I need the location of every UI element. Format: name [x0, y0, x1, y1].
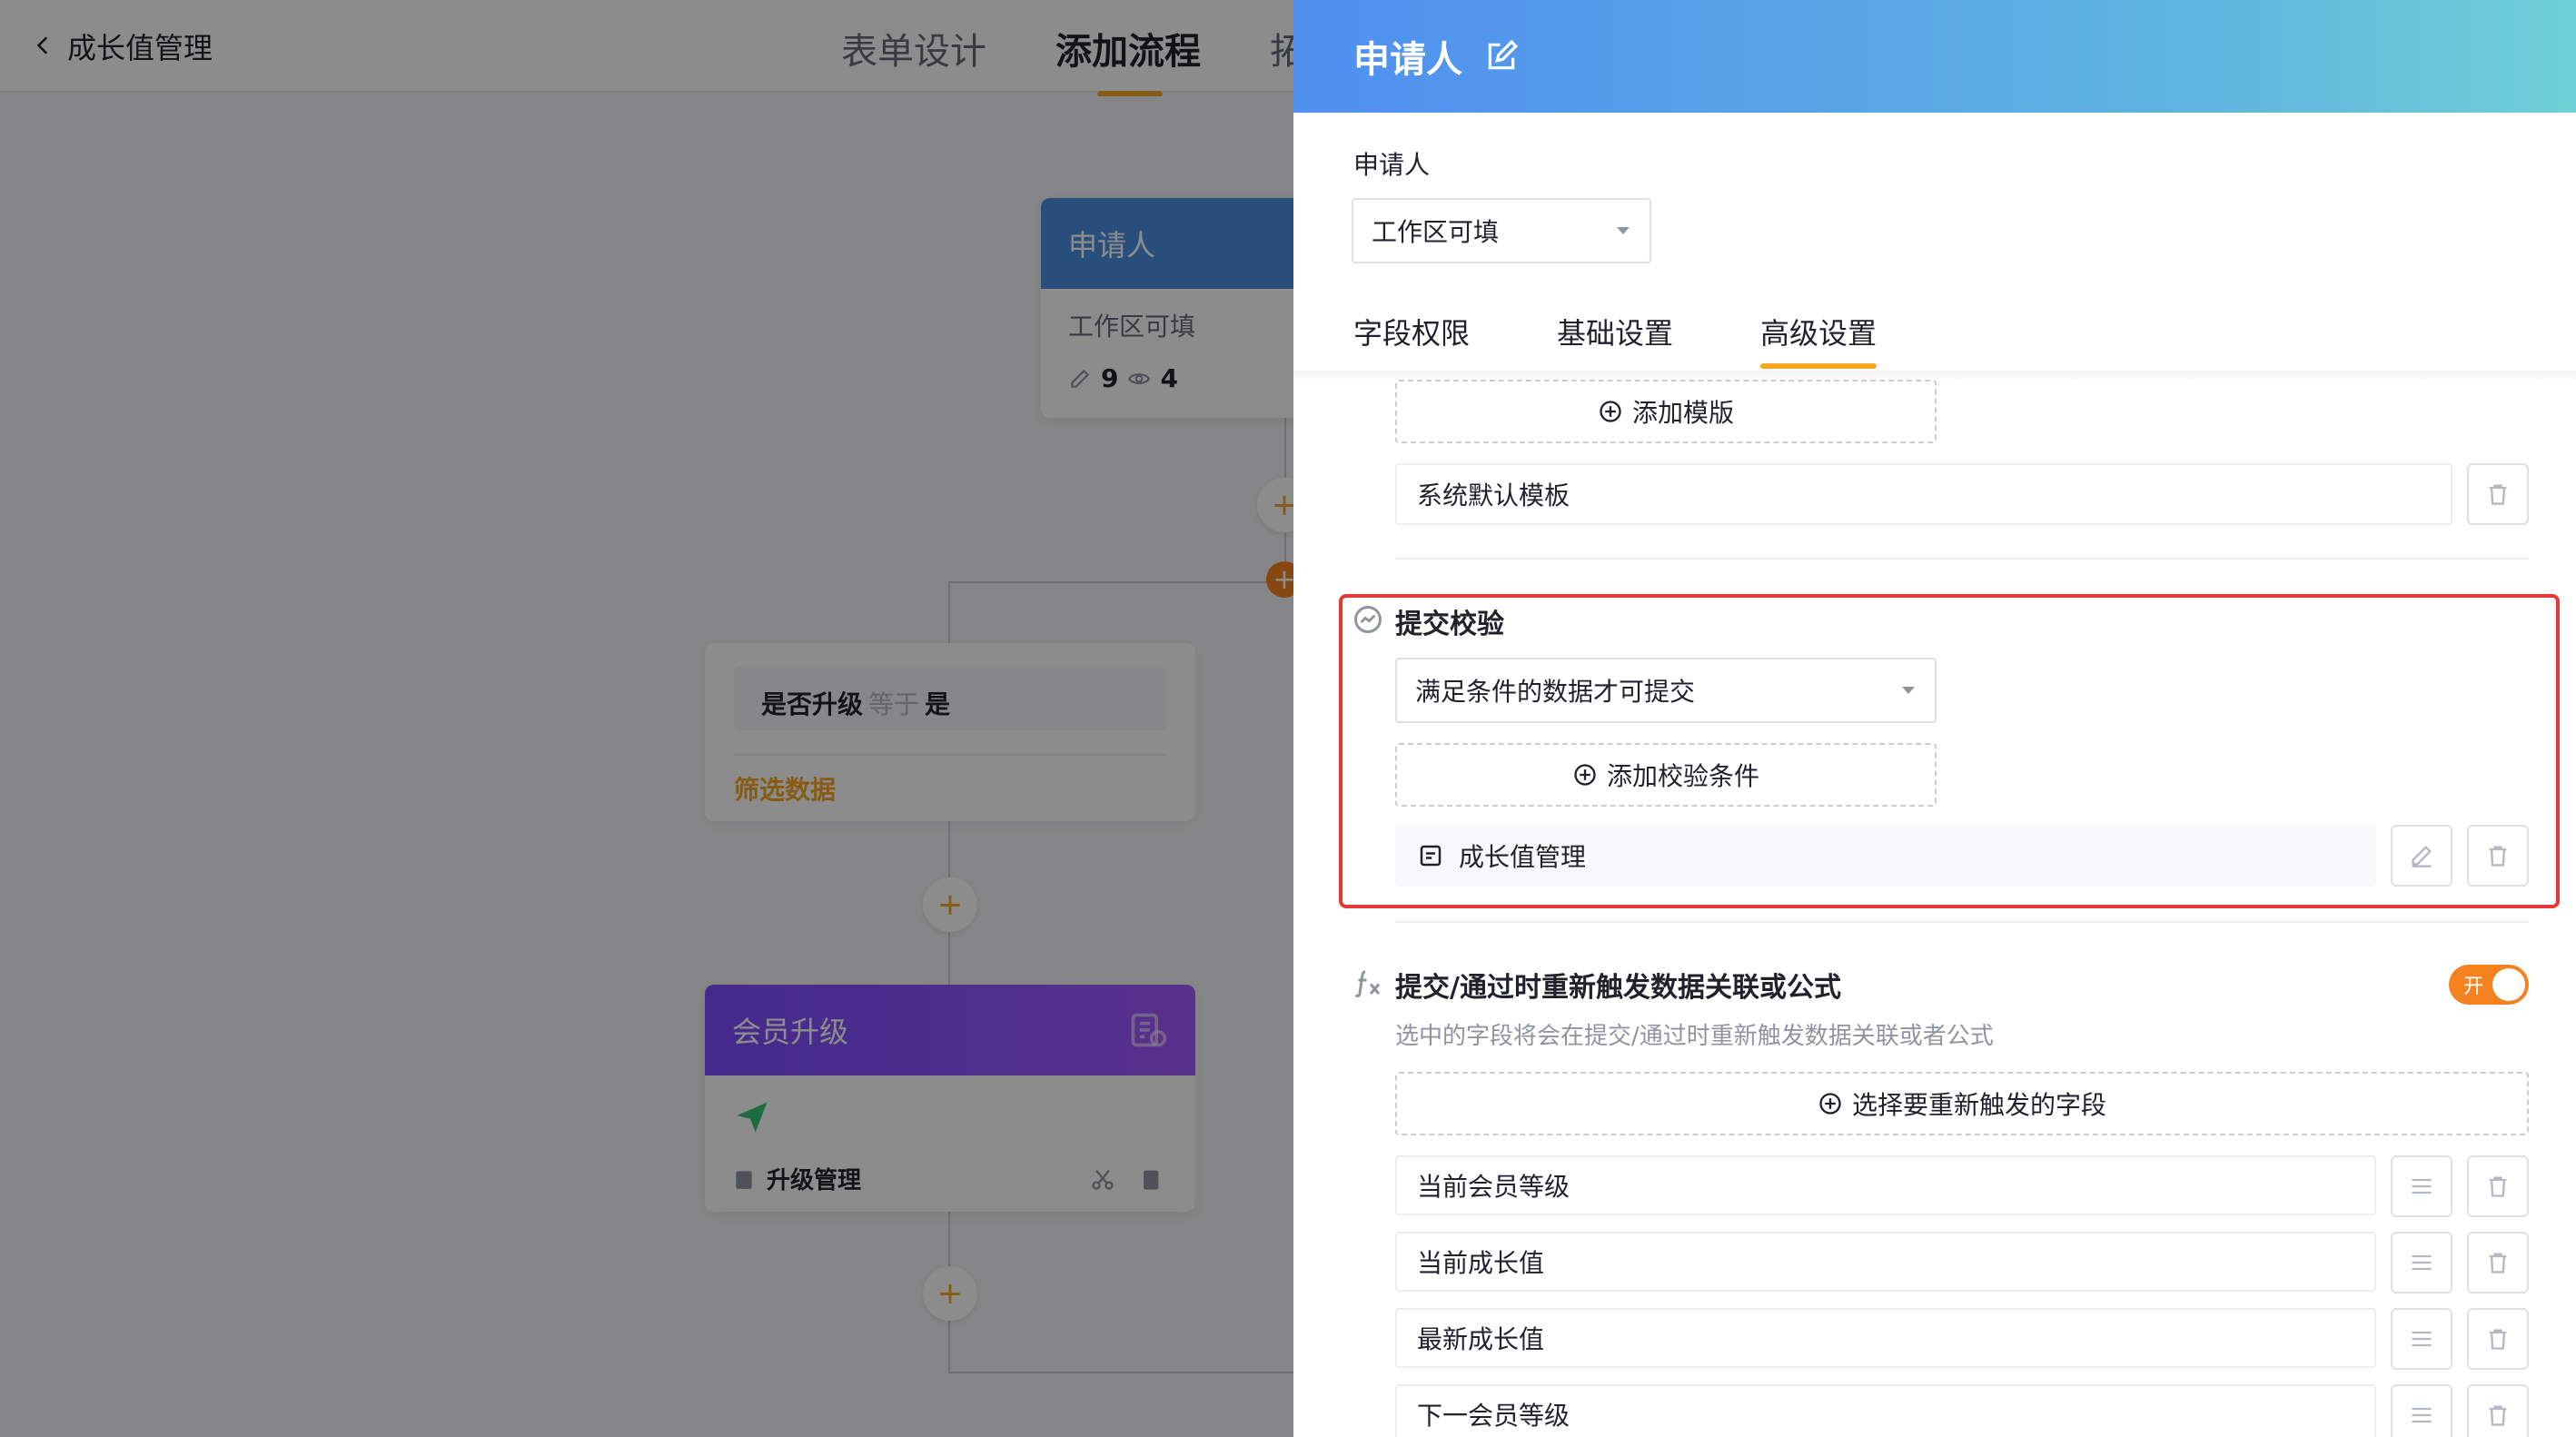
- select-retrigger-fields-button[interactable]: 选择要重新触发的字段: [1395, 1072, 2529, 1135]
- retrigger-description: 选中的字段将会在提交/通过时重新触发数据关联或者公式: [1395, 1023, 1994, 1050]
- toggle-label: 开: [2463, 976, 2484, 998]
- trash-icon: [2489, 1405, 2507, 1426]
- delete-button[interactable]: [2467, 463, 2529, 525]
- delete-button[interactable]: [2467, 1308, 2529, 1370]
- delete-button[interactable]: [2467, 1155, 2529, 1217]
- plus-circle-icon: [1819, 1093, 1841, 1115]
- menu-icon: [2412, 1407, 2432, 1423]
- drag-handle[interactable]: [2391, 1232, 2452, 1293]
- drawer-header: 申请人: [1293, 0, 2576, 113]
- modal-overlay[interactable]: [0, 0, 1293, 1437]
- applicant-select-value: 工作区可填: [1372, 217, 1500, 247]
- divider: [1395, 558, 2529, 560]
- tab-basic-settings[interactable]: 基础设置: [1557, 311, 1673, 369]
- add-template-label: 添加模版: [1631, 398, 1734, 428]
- divider: [1395, 921, 2529, 923]
- drawer-tabs: 字段权限 基础设置 高级设置: [1353, 311, 1878, 369]
- drawer-title: 申请人: [1353, 39, 1462, 81]
- toggle-knob: [2492, 968, 2525, 1001]
- delete-button[interactable]: [2467, 1232, 2529, 1293]
- field-row: 最新成长值: [1395, 1308, 2376, 1368]
- caret-down-icon: [1617, 227, 1630, 234]
- field-label: 最新成长值: [1417, 1324, 1545, 1354]
- field-row: 下一会员等级: [1395, 1384, 2376, 1437]
- applicant-select[interactable]: 工作区可填: [1352, 198, 1651, 263]
- delete-button[interactable]: [2467, 1384, 2529, 1437]
- add-template-button[interactable]: 添加模版: [1395, 380, 1937, 443]
- field-label: 下一会员等级: [1417, 1401, 1570, 1431]
- drag-handle[interactable]: [2391, 1155, 2452, 1217]
- trash-icon: [2489, 484, 2507, 505]
- field-label: 当前会员等级: [1417, 1172, 1570, 1202]
- field-label: 当前成长值: [1417, 1248, 1545, 1278]
- menu-icon: [2412, 1178, 2432, 1194]
- drag-handle[interactable]: [2391, 1384, 2452, 1437]
- menu-icon: [2412, 1254, 2432, 1271]
- applicant-label: 申请人: [1353, 150, 1431, 180]
- trash-icon: [2489, 1329, 2507, 1350]
- tab-advanced-settings[interactable]: 高级设置: [1760, 311, 1878, 369]
- retrigger-title: 提交/通过时重新触发数据关联或公式: [1395, 972, 1841, 1004]
- select-retrigger-fields-label: 选择要重新触发的字段: [1851, 1090, 2106, 1120]
- trash-icon: [2489, 1253, 2507, 1273]
- trash-icon: [2489, 1176, 2507, 1197]
- field-row: 当前成长值: [1395, 1232, 2376, 1292]
- plus-circle-icon: [1600, 401, 1621, 422]
- menu-icon: [2412, 1331, 2432, 1347]
- retrigger-toggle[interactable]: 开: [2449, 965, 2529, 1005]
- formula-icon: [1354, 970, 1381, 997]
- drag-handle[interactable]: [2391, 1308, 2452, 1370]
- field-row: 当前会员等级: [1395, 1155, 2376, 1215]
- template-item: 系统默认模板: [1395, 463, 2452, 525]
- tab-field-permission[interactable]: 字段权限: [1353, 311, 1470, 369]
- highlight-frame: [1339, 594, 2560, 908]
- template-item-label: 系统默认模板: [1417, 481, 1570, 510]
- edit-icon[interactable]: [1484, 39, 1519, 74]
